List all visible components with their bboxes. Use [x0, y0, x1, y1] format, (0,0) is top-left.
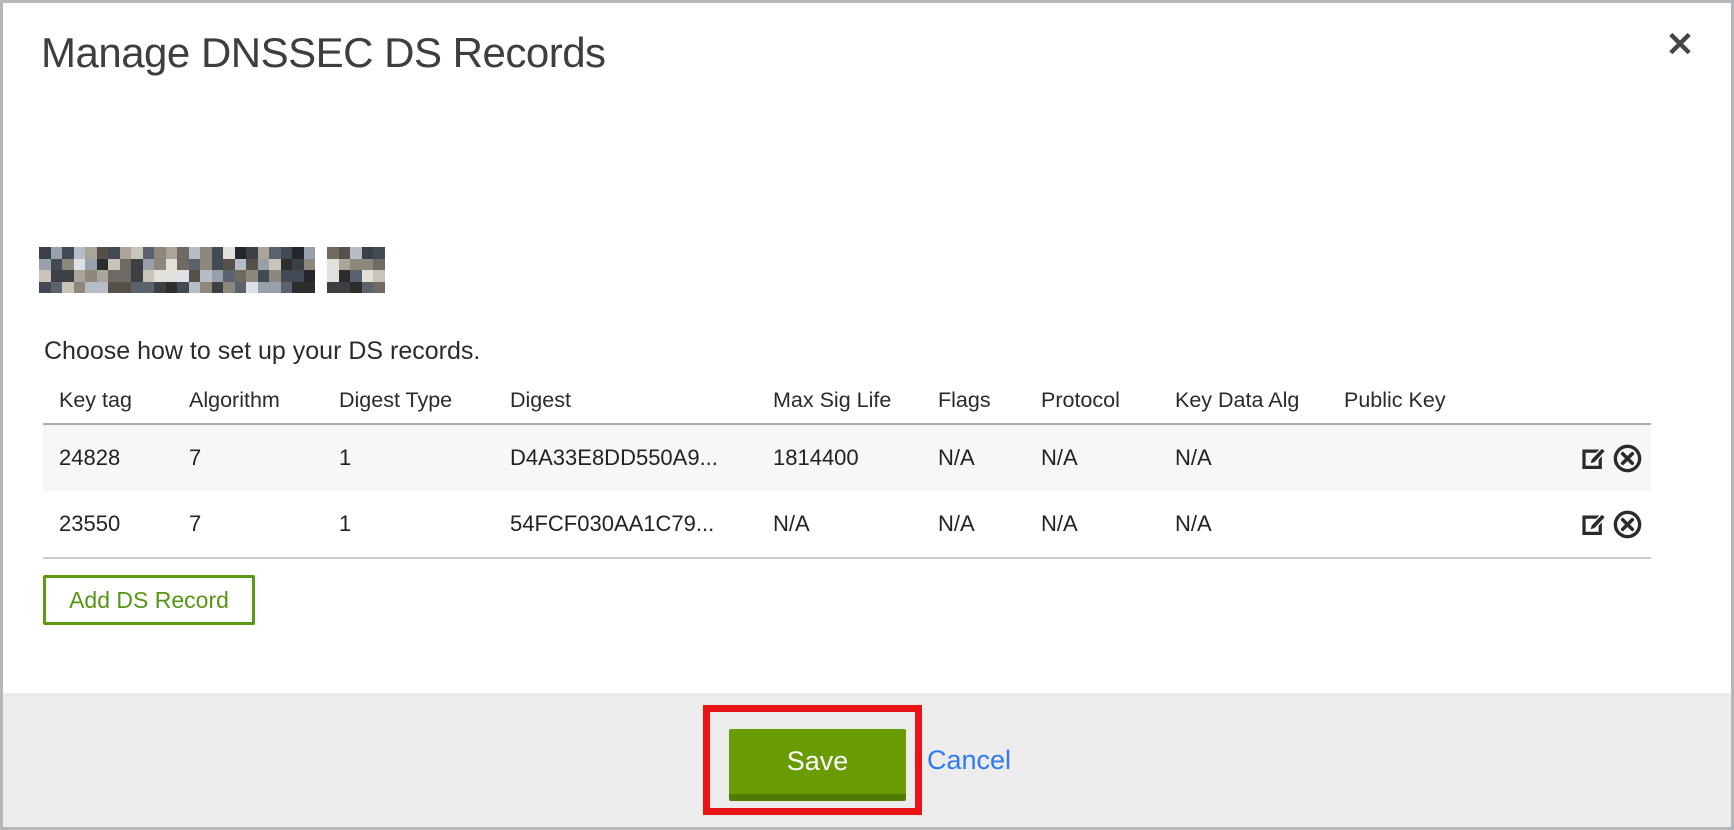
- delete-record-button[interactable]: [1612, 443, 1643, 474]
- column-header-protocol: Protocol: [1025, 388, 1159, 413]
- page-title: Manage DNSSEC DS Records: [41, 29, 606, 77]
- cell-protocol: N/A: [1025, 511, 1159, 537]
- row-actions: [1478, 509, 1651, 540]
- cell-digest-type: 1: [323, 511, 494, 537]
- column-header-digest: Digest: [494, 388, 757, 413]
- cell-flags: N/A: [922, 511, 1025, 537]
- column-header-max-sig-life: Max Sig Life: [757, 388, 922, 413]
- column-header-flags: Flags: [922, 388, 1025, 413]
- column-header-digest-type: Digest Type: [323, 388, 494, 413]
- ds-records-table: Key tag Algorithm Digest Type Digest Max…: [43, 377, 1651, 559]
- cell-flags: N/A: [922, 445, 1025, 471]
- delete-record-button[interactable]: [1612, 509, 1643, 540]
- instruction-text: Choose how to set up your DS records.: [44, 337, 480, 366]
- add-ds-record-button[interactable]: Add DS Record: [43, 575, 255, 625]
- cell-algorithm: 7: [173, 511, 323, 537]
- cell-key-data-alg: N/A: [1159, 511, 1328, 537]
- edit-record-button[interactable]: [1579, 509, 1609, 539]
- cell-digest: D4A33E8DD550A9...: [494, 445, 757, 471]
- column-header-key-data-alg: Key Data Alg: [1159, 388, 1328, 413]
- circle-x-icon: [1612, 528, 1643, 543]
- cell-algorithm: 7: [173, 445, 323, 471]
- column-header-public-key: Public Key: [1328, 388, 1478, 413]
- edit-record-button[interactable]: [1579, 443, 1609, 473]
- cancel-link[interactable]: Cancel: [927, 745, 1011, 776]
- table-row: 23550 7 1 54FCF030AA1C79... N/A N/A N/A …: [43, 491, 1651, 559]
- column-header-algorithm: Algorithm: [173, 388, 323, 413]
- domain-pixelation-segment: [327, 247, 385, 293]
- cell-key-tag: 24828: [43, 445, 173, 471]
- close-icon[interactable]: ✕: [1658, 23, 1702, 67]
- cell-protocol: N/A: [1025, 445, 1159, 471]
- edit-icon: [1579, 527, 1609, 542]
- domain-pixelation-segment: [39, 247, 315, 293]
- cell-key-tag: 23550: [43, 511, 173, 537]
- cell-digest: 54FCF030AA1C79...: [494, 511, 757, 537]
- cell-max-sig-life: 1814400: [757, 445, 922, 471]
- row-actions: [1478, 443, 1651, 474]
- manage-dnssec-modal: Manage DNSSEC DS Records ✕ Choose how to…: [0, 0, 1734, 830]
- domain-name-redacted: [39, 247, 385, 293]
- cell-digest-type: 1: [323, 445, 494, 471]
- save-button[interactable]: Save: [729, 729, 906, 801]
- table-header-row: Key tag Algorithm Digest Type Digest Max…: [43, 377, 1651, 425]
- table-row: 24828 7 1 D4A33E8DD550A9... 1814400 N/A …: [43, 425, 1651, 491]
- edit-icon: [1579, 461, 1609, 476]
- cell-key-data-alg: N/A: [1159, 445, 1328, 471]
- column-header-key-tag: Key tag: [43, 388, 173, 413]
- circle-x-icon: [1612, 462, 1643, 477]
- cell-max-sig-life: N/A: [757, 511, 922, 537]
